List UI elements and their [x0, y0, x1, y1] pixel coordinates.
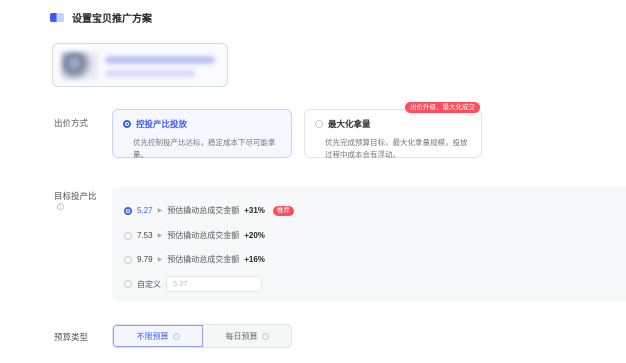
roi-option-radio[interactable] — [124, 280, 132, 288]
roi-estimate-pct: +31% — [244, 206, 265, 215]
product-card[interactable] — [52, 43, 228, 87]
promo-plan-icon — [50, 13, 64, 22]
budget-type-toggle: 不限预算 i 每日预算 i — [112, 324, 292, 348]
roi-estimate-text: 预估撬动总成交金额 — [167, 255, 240, 264]
custom-roi-input[interactable]: 5.27 — [166, 276, 262, 292]
roi-option[interactable]: 9.79 ▶ 预估撬动总成交金额 +16% — [124, 254, 265, 265]
bid-option-title: 控投产比投放 — [136, 119, 188, 129]
roi-estimate-pct: +20% — [244, 231, 265, 240]
bid-option-desc: 优先控制投产比达标，稳定成本下尽可能拿量。 — [133, 138, 276, 159]
roi-value: 5.27 — [137, 206, 153, 215]
info-icon[interactable]: i — [261, 332, 269, 340]
roi-option[interactable]: 7.53 ▶ 预估撬动总成交金额 +20% — [124, 230, 265, 241]
chevron-right-icon: ▶ — [157, 257, 163, 263]
chevron-right-icon: ▶ — [157, 208, 163, 214]
roi-option-radio[interactable] — [124, 255, 132, 264]
product-thumbnail — [61, 52, 99, 80]
target-roi-panel: 5.27 ▶ 预估撬动总成交金额 +31% 推荐 7.53 ▶ 预估撬动总成交金… — [112, 187, 626, 302]
budget-option-daily[interactable]: 每日预算 i — [203, 325, 291, 347]
bid-method-label: 出价方式 — [54, 118, 89, 128]
roi-option[interactable]: 5.27 ▶ 预估撬动总成交金额 +31% 推荐 — [124, 205, 294, 216]
budget-option-label: 每日预算 — [225, 331, 258, 341]
roi-option-custom[interactable]: 自定义 5.27 — [124, 276, 262, 292]
budget-option-unlimited[interactable]: 不限预算 i — [113, 325, 203, 347]
roi-value: 7.53 — [137, 231, 153, 240]
upgrade-badge: 出价升级，最大化成交 — [405, 102, 480, 113]
info-icon[interactable]: i — [57, 203, 64, 210]
bid-option-max-volume[interactable]: 最大化拿量 优先完成预算目标，最大化拿量规模，投放过程中成本会有浮动。 — [304, 109, 482, 159]
roi-option-radio[interactable] — [124, 206, 132, 215]
product-subtitle-blurred — [105, 70, 195, 77]
page-header: 设置宝贝推广方案 — [50, 10, 152, 25]
page-title: 设置宝贝推广方案 — [72, 14, 152, 25]
budget-option-label: 不限预算 — [136, 331, 169, 341]
bid-option-roi-control[interactable]: 控投产比投放 优先控制投产比达标，稳定成本下尽可能拿量。 — [112, 109, 292, 159]
roi-estimate-text: 预估撬动总成交金额 — [167, 231, 240, 240]
info-icon[interactable]: i — [172, 332, 180, 340]
budget-type-label: 预算类型 — [54, 332, 89, 342]
bid-option-max-volume-radio[interactable] — [315, 120, 323, 128]
roi-estimate-text: 预估撬动总成交金额 — [167, 206, 240, 215]
chevron-right-icon: ▶ — [157, 233, 163, 239]
roi-option-radio[interactable] — [124, 231, 132, 240]
roi-value: 9.79 — [137, 255, 153, 264]
roi-estimate-pct: +16% — [244, 255, 265, 264]
target-roi-label: 目标投产比 — [54, 191, 97, 201]
bid-option-roi-control-radio[interactable] — [123, 120, 131, 128]
custom-label: 自定义 — [137, 279, 161, 289]
product-name-blurred — [105, 56, 215, 64]
recommended-badge: 推荐 — [272, 205, 294, 216]
bid-option-title: 最大化拿量 — [328, 119, 371, 129]
bid-option-desc: 优先完成预算目标，最大化拿量规模，投放过程中成本会有浮动。 — [325, 138, 468, 159]
